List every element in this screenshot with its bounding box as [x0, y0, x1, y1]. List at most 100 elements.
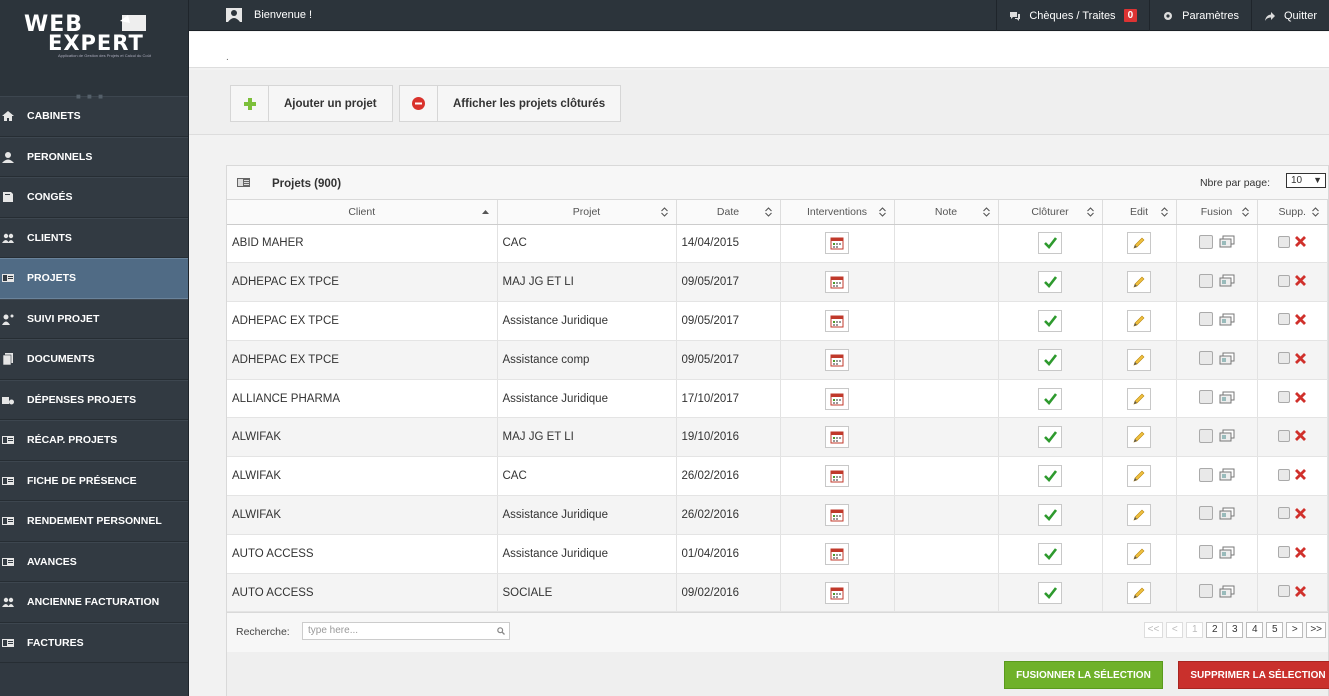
- fusion-checkbox[interactable]: [1198, 390, 1213, 405]
- interventions-button[interactable]: [825, 581, 849, 604]
- close-project-button[interactable]: [1038, 387, 1062, 410]
- per-page-select[interactable]: 10 ▼: [1286, 173, 1326, 188]
- column-header-projet[interactable]: Projet: [497, 200, 677, 225]
- sidebar-item-suivi-projet[interactable]: SUIVI PROJET: [0, 298, 188, 339]
- sidebar-item-documents[interactable]: DOCUMENTS: [0, 339, 188, 380]
- merge-icon[interactable]: [1219, 585, 1235, 598]
- delete-x-icon[interactable]: [1295, 585, 1307, 597]
- merge-icon[interactable]: [1219, 391, 1235, 404]
- interventions-button[interactable]: [825, 387, 849, 410]
- sidebar-item-avances[interactable]: AVANCES: [0, 541, 188, 582]
- interventions-button[interactable]: [825, 542, 849, 565]
- close-project-button[interactable]: [1038, 465, 1062, 488]
- page-button[interactable]: <: [1166, 622, 1184, 638]
- close-project-button[interactable]: [1038, 426, 1062, 449]
- sidebar-item-rendement-personnel[interactable]: RENDEMENT PERSONNEL: [0, 501, 188, 542]
- delete-checkbox[interactable]: [1278, 585, 1291, 598]
- delete-checkbox[interactable]: [1278, 235, 1291, 248]
- interventions-button[interactable]: [825, 426, 849, 449]
- interventions-button[interactable]: [825, 465, 849, 488]
- column-header-interventions[interactable]: Interventions: [780, 200, 895, 225]
- page-button[interactable]: >>: [1306, 622, 1326, 638]
- fusion-checkbox[interactable]: [1198, 234, 1213, 249]
- close-project-button[interactable]: [1038, 348, 1062, 371]
- edit-button[interactable]: [1127, 503, 1151, 526]
- delete-x-icon[interactable]: [1295, 275, 1307, 287]
- delete-x-icon[interactable]: [1295, 313, 1307, 325]
- close-project-button[interactable]: [1038, 232, 1062, 255]
- close-project-button[interactable]: [1038, 271, 1062, 294]
- merge-icon[interactable]: [1219, 274, 1235, 287]
- sidebar-item-peronnels[interactable]: PERONNELS: [0, 136, 188, 177]
- add-project-button[interactable]: Ajouter un projet: [230, 85, 393, 122]
- delete-checkbox[interactable]: [1278, 546, 1291, 559]
- close-project-button[interactable]: [1038, 503, 1062, 526]
- fusion-checkbox[interactable]: [1198, 506, 1213, 521]
- delete-x-icon[interactable]: [1295, 236, 1307, 248]
- edit-button[interactable]: [1127, 465, 1151, 488]
- interventions-button[interactable]: [825, 309, 849, 332]
- sidebar-item-ancienne-facturation[interactable]: ANCIENNE FACTURATION: [0, 582, 188, 623]
- delete-checkbox[interactable]: [1278, 352, 1291, 365]
- delete-selection-button[interactable]: SUPPRIMER LA SÉLECTION: [1178, 661, 1329, 689]
- delete-x-icon[interactable]: [1295, 469, 1307, 481]
- interventions-button[interactable]: [825, 271, 849, 294]
- interventions-button[interactable]: [825, 232, 849, 255]
- delete-x-icon[interactable]: [1295, 352, 1307, 364]
- edit-button[interactable]: [1127, 271, 1151, 294]
- sidebar-item-conges[interactable]: CONGÉS: [0, 177, 188, 218]
- delete-x-icon[interactable]: [1295, 430, 1307, 442]
- show-closed-projects-button[interactable]: Afficher les projets clôturés: [399, 85, 622, 122]
- merge-icon[interactable]: [1219, 429, 1235, 442]
- column-header-supp[interactable]: Supp.: [1257, 200, 1328, 225]
- column-header-client[interactable]: Client: [227, 200, 498, 225]
- delete-checkbox[interactable]: [1278, 391, 1291, 404]
- settings-link[interactable]: Paramètres: [1149, 0, 1251, 31]
- quit-link[interactable]: Quitter: [1250, 0, 1329, 31]
- sidebar-item-cabinets[interactable]: CABINETS: [0, 96, 188, 137]
- column-header-fusion[interactable]: Fusion: [1176, 200, 1258, 225]
- edit-button[interactable]: [1127, 232, 1151, 255]
- merge-icon[interactable]: [1219, 546, 1235, 559]
- close-project-button[interactable]: [1038, 309, 1062, 332]
- close-project-button[interactable]: [1038, 581, 1062, 604]
- fusion-checkbox[interactable]: [1198, 312, 1213, 327]
- delete-x-icon[interactable]: [1295, 507, 1307, 519]
- sidebar-item-factures[interactable]: FACTURES: [0, 622, 188, 663]
- page-button[interactable]: 4: [1246, 622, 1264, 638]
- sidebar-item-clients[interactable]: CLIENTS: [0, 217, 188, 258]
- edit-button[interactable]: [1127, 348, 1151, 371]
- interventions-button[interactable]: [825, 348, 849, 371]
- sidebar-item-depenses-projets[interactable]: DÉPENSES PROJETS: [0, 379, 188, 420]
- delete-checkbox[interactable]: [1278, 313, 1291, 326]
- sidebar-item-recap-projets[interactable]: RÉCAP. PROJETS: [0, 420, 188, 461]
- fusion-checkbox[interactable]: [1198, 273, 1213, 288]
- sidebar-item-projets[interactable]: PROJETS: [0, 258, 188, 299]
- delete-checkbox[interactable]: [1278, 429, 1291, 442]
- merge-icon[interactable]: [1219, 235, 1235, 248]
- delete-checkbox[interactable]: [1278, 468, 1291, 481]
- merge-icon[interactable]: [1219, 313, 1235, 326]
- merge-icon[interactable]: [1219, 468, 1235, 481]
- sidebar-item-fiche-de-presence[interactable]: FICHE DE PRÉSENCE: [0, 460, 188, 501]
- delete-checkbox[interactable]: [1278, 274, 1291, 287]
- interventions-button[interactable]: [825, 503, 849, 526]
- fusion-checkbox[interactable]: [1198, 428, 1213, 443]
- merge-icon[interactable]: [1219, 507, 1235, 520]
- column-header-note[interactable]: Note: [894, 200, 999, 225]
- column-header-cloturer[interactable]: Clôturer: [998, 200, 1103, 225]
- fusion-checkbox[interactable]: [1198, 584, 1213, 599]
- edit-button[interactable]: [1127, 426, 1151, 449]
- delete-x-icon[interactable]: [1295, 546, 1307, 558]
- edit-button[interactable]: [1127, 542, 1151, 565]
- delete-checkbox[interactable]: [1278, 507, 1291, 520]
- sidebar-collapse-handle[interactable]: ■ ■ ■: [76, 92, 105, 101]
- delete-x-icon[interactable]: [1295, 391, 1307, 403]
- fusion-checkbox[interactable]: [1198, 351, 1213, 366]
- fusion-checkbox[interactable]: [1198, 467, 1213, 482]
- close-project-button[interactable]: [1038, 542, 1062, 565]
- search-input[interactable]: type here...: [302, 622, 510, 640]
- page-button[interactable]: 1: [1186, 622, 1204, 638]
- merge-icon[interactable]: [1219, 352, 1235, 365]
- page-button[interactable]: 2: [1206, 622, 1224, 638]
